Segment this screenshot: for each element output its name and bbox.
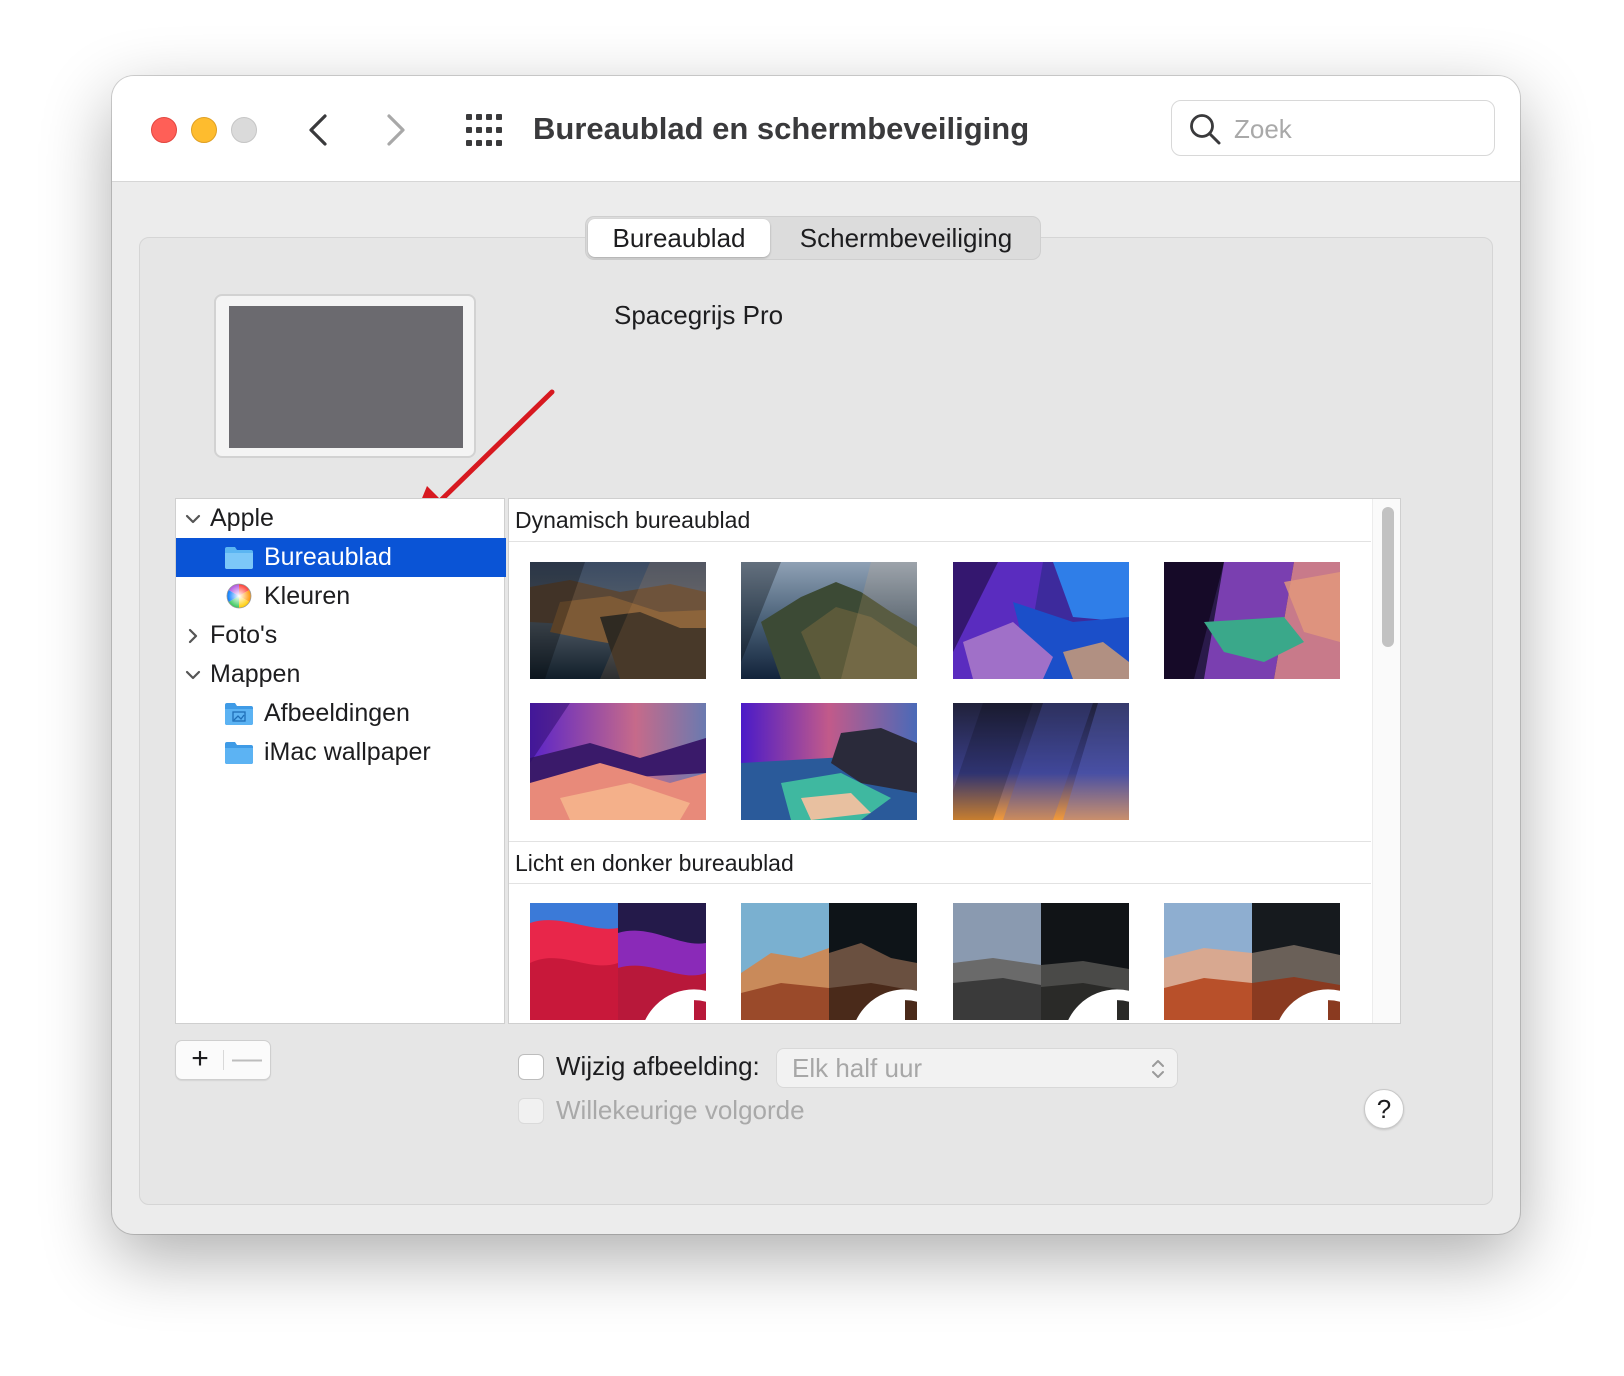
catalina-island-thumbnail bbox=[741, 562, 917, 679]
search-icon bbox=[1190, 114, 1221, 145]
updown-chevron-icon bbox=[1152, 1060, 1164, 1078]
section-header-light-dark: Licht en donker bureaublad bbox=[509, 841, 1371, 884]
folder-icon bbox=[225, 742, 253, 764]
wallpaper-thumbnail[interactable] bbox=[1164, 562, 1340, 679]
wallpaper-thumbnail[interactable] bbox=[530, 703, 706, 820]
interval-value: Elk half uur bbox=[792, 1053, 923, 1083]
group-apple[interactable]: Apple bbox=[176, 499, 506, 538]
add-folder-button[interactable]: + bbox=[176, 1041, 224, 1079]
source-item-label: Kleuren bbox=[264, 582, 351, 610]
wallpaper-thumbnail[interactable] bbox=[741, 562, 917, 679]
chevron-down-icon[interactable] bbox=[184, 510, 202, 528]
catalina-coast-thumbnail bbox=[530, 562, 706, 679]
help-button[interactable]: ? bbox=[1364, 1089, 1404, 1129]
change-picture-label: Wijzig afbeelding: bbox=[556, 1051, 760, 1081]
chevron-down-icon[interactable] bbox=[184, 666, 202, 684]
tab-bar: Bureaublad Schermbeveiliging bbox=[585, 216, 1041, 260]
tab-schermbeveiliging[interactable]: Schermbeveiliging bbox=[774, 219, 1038, 257]
wallpaper-thumbnail[interactable] bbox=[953, 703, 1129, 820]
minimize-button[interactable] bbox=[191, 117, 217, 143]
pictures-folder-icon bbox=[225, 703, 253, 725]
zoom-button[interactable] bbox=[231, 117, 257, 143]
back-button[interactable] bbox=[300, 106, 340, 154]
source-item-label: Afbeeldingen bbox=[264, 699, 410, 727]
grid-icon bbox=[466, 114, 502, 146]
wallpaper-thumbnail[interactable] bbox=[530, 903, 706, 1020]
window-title: Bureaublad en schermbeveiliging bbox=[533, 111, 1030, 146]
interval-select[interactable]: Elk half uur bbox=[776, 1048, 1178, 1088]
group-mappen-label: Mappen bbox=[210, 660, 301, 688]
source-item-afbeeldingen[interactable]: Afbeeldingen bbox=[176, 694, 506, 733]
change-picture-checkbox[interactable] bbox=[518, 1054, 544, 1080]
gallery-scrollbar[interactable] bbox=[1372, 499, 1400, 1023]
scrollbar-thumb[interactable] bbox=[1382, 507, 1394, 647]
gradient-stripes-thumbnail bbox=[953, 703, 1129, 820]
source-item-label: Bureaublad bbox=[264, 543, 392, 571]
forward-button[interactable] bbox=[374, 106, 414, 154]
chevron-right-icon[interactable] bbox=[184, 627, 202, 645]
chevron-right-icon bbox=[387, 114, 405, 146]
light-dark-badge-icon bbox=[856, 989, 917, 1020]
purple-road-thumbnail bbox=[953, 562, 1129, 679]
search-field[interactable] bbox=[1171, 100, 1495, 156]
source-item-kleuren[interactable]: Kleuren bbox=[176, 577, 506, 616]
wallpaper-thumbnail[interactable] bbox=[741, 903, 917, 1020]
wallpaper-thumbnail[interactable] bbox=[953, 903, 1129, 1020]
group-fotos-label: Foto's bbox=[210, 621, 278, 649]
section-header-dynamic: Dynamisch bureaublad bbox=[509, 499, 1371, 542]
wallpaper-gallery: Dynamisch bureaublad Licht en donker bur… bbox=[508, 498, 1401, 1024]
source-item-imac-wallpaper[interactable]: iMac wallpaper bbox=[176, 733, 506, 772]
light-dark-badge-icon bbox=[1068, 989, 1129, 1020]
desert-dunes-thumbnail bbox=[530, 703, 706, 820]
search-input[interactable] bbox=[1234, 109, 1484, 149]
random-order-checkbox[interactable] bbox=[518, 1098, 544, 1124]
add-remove-control: + — bbox=[175, 1040, 271, 1080]
title-bar: Bureaublad en schermbeveiliging bbox=[112, 76, 1520, 182]
folder-icon bbox=[225, 547, 253, 569]
purple-cliffs-thumbnail bbox=[1164, 562, 1340, 679]
wallpaper-thumbnail[interactable] bbox=[741, 703, 917, 820]
wallpaper-name: Spacegrijs Pro bbox=[614, 300, 784, 330]
source-item-bureaublad[interactable]: Bureaublad bbox=[176, 538, 506, 577]
island-beach-thumbnail bbox=[741, 703, 917, 820]
color-wheel-icon bbox=[226, 583, 252, 609]
source-item-label: iMac wallpaper bbox=[264, 738, 431, 766]
show-all-button[interactable] bbox=[464, 112, 504, 148]
chevron-left-icon bbox=[309, 114, 327, 146]
light-dark-badge-icon bbox=[645, 989, 706, 1020]
wallpaper-thumbnail[interactable] bbox=[953, 562, 1129, 679]
remove-folder-button[interactable]: — bbox=[224, 1041, 270, 1079]
group-mappen[interactable]: Mappen bbox=[176, 655, 506, 694]
group-fotos[interactable]: Foto's bbox=[176, 616, 506, 655]
group-apple-label: Apple bbox=[210, 504, 274, 532]
source-list: Apple Bureaublad Kleuren Foto's Mappen A… bbox=[175, 498, 506, 1024]
wallpaper-thumbnail[interactable] bbox=[530, 562, 706, 679]
light-dark-badge-icon bbox=[1279, 989, 1340, 1020]
wallpaper-thumbnail[interactable] bbox=[1164, 903, 1340, 1020]
random-order-label: Willekeurige volgorde bbox=[556, 1095, 805, 1125]
tab-bureaublad[interactable]: Bureaublad bbox=[588, 219, 770, 257]
close-button[interactable] bbox=[151, 117, 177, 143]
